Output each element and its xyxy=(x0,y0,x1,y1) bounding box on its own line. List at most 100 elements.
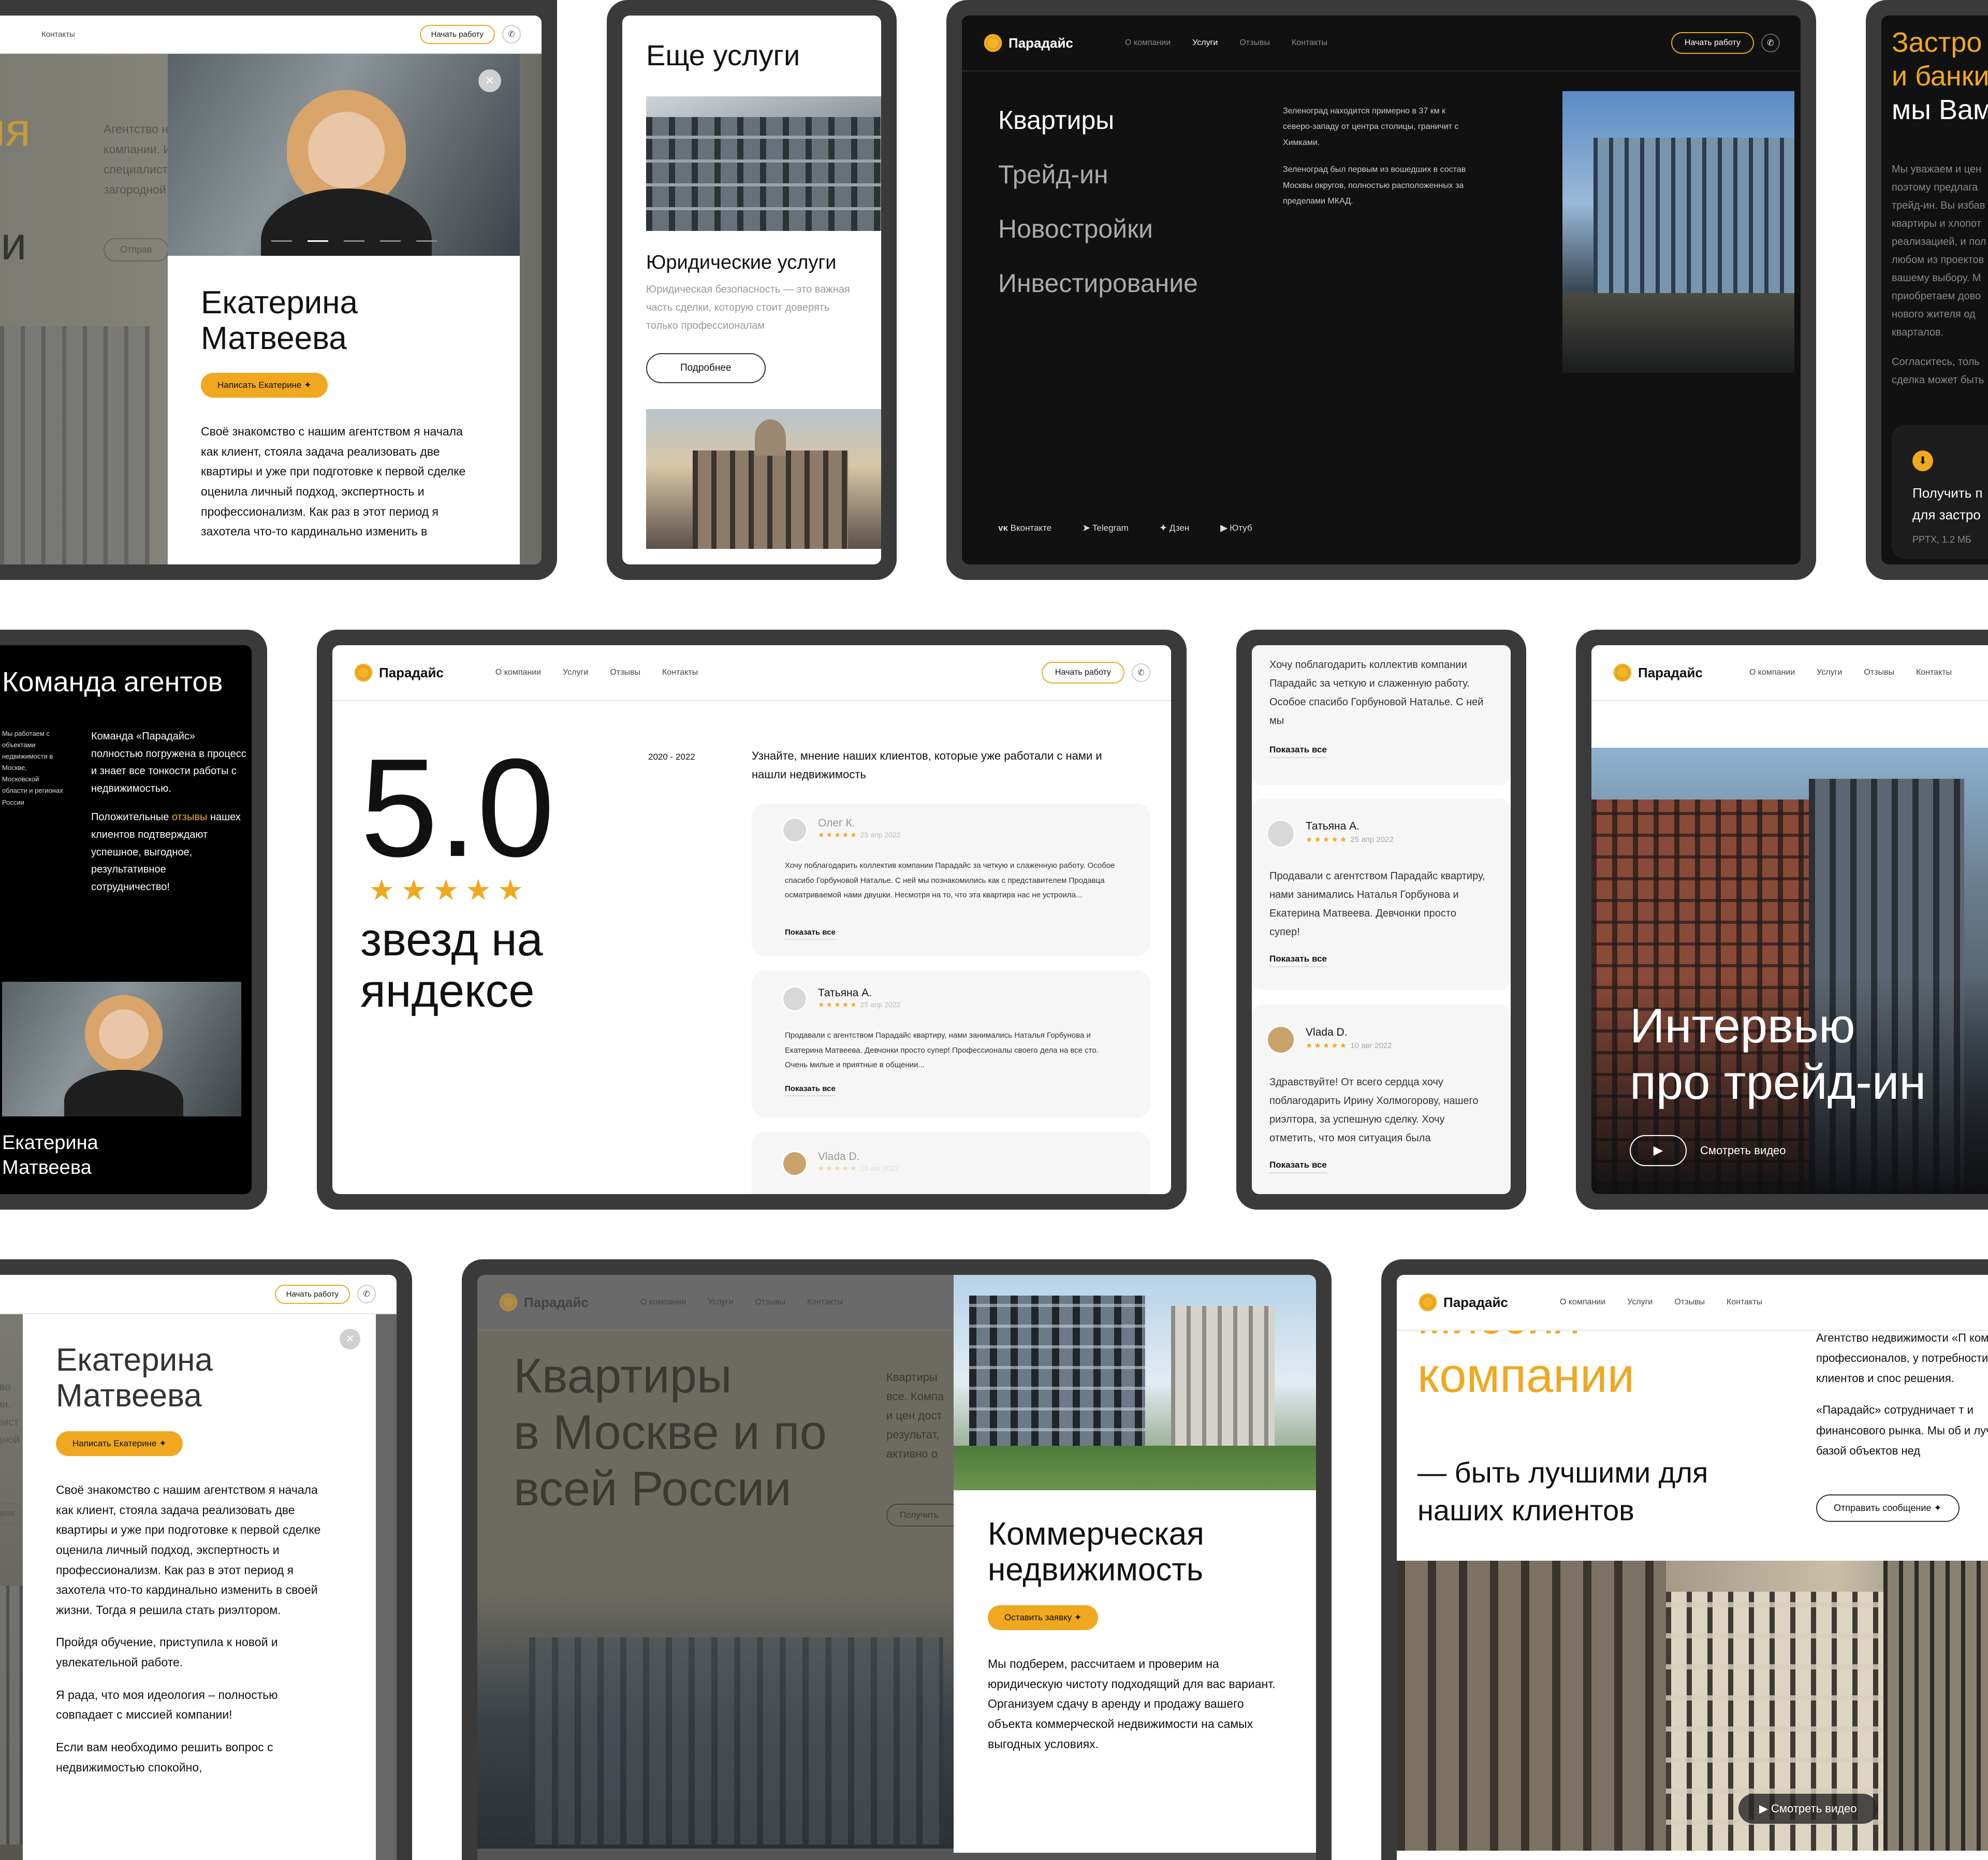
leave-request-button[interactable]: Оставить заявку ✦ xyxy=(988,1605,1099,1630)
device-mission: миссия компании — быть лучшими для наших… xyxy=(1381,1259,1988,1860)
top-nav: О компании Контакты Начать работу ✆ xyxy=(0,16,542,54)
telegram-icon: ➤ xyxy=(1083,523,1090,533)
nav-item-services[interactable]: Услуги xyxy=(1817,668,1842,677)
phone-icon[interactable]: ✆ xyxy=(1132,663,1150,682)
start-button[interactable]: Начать работу xyxy=(1671,32,1754,54)
nav-item-reviews[interactable]: Отзывы xyxy=(1674,1298,1705,1307)
nav-item-contacts[interactable]: Контакты xyxy=(1727,1298,1762,1307)
brand-logo[interactable]: Парадайс xyxy=(353,662,444,683)
review-card: Олег К. ★★★★★ 25 апр 2022 Хочу поблагода… xyxy=(752,804,1150,956)
apartments-heading: Квартиры в Москве и по всей России xyxy=(514,1348,827,1516)
nav-item-contacts[interactable]: Контакты xyxy=(807,1298,843,1307)
nav-item-contacts[interactable]: Контакты xyxy=(41,30,75,39)
device-agent-profile: О компании Контакты Начать работу ✆ ия ти… xyxy=(0,0,557,580)
nav-item-reviews[interactable]: Отзывы xyxy=(1239,38,1270,48)
show-all-link[interactable]: Показать все xyxy=(1269,1160,1327,1173)
nav-item-services[interactable]: Услуги xyxy=(1627,1298,1653,1307)
show-all-link[interactable]: Показать все xyxy=(785,928,836,940)
phone-icon[interactable]: ✆ xyxy=(1761,34,1780,52)
nav-item-services[interactable]: Услуги xyxy=(1192,38,1218,48)
brand-logo[interactable]: Парадайс xyxy=(1612,662,1703,683)
brand-logo-icon xyxy=(353,662,374,683)
avatar xyxy=(782,1151,808,1176)
nav-item-about[interactable]: О компании xyxy=(640,1298,686,1307)
reviews-link[interactable]: отзывы xyxy=(172,811,207,823)
brand-logo[interactable]: Парадайс xyxy=(498,1292,589,1313)
send-message-button[interactable]: Отправить сообщение ✦ xyxy=(1816,1494,1960,1522)
review-card: Татьяна А. ★★★★★ 25 апр 2022 Продавали с… xyxy=(1252,798,1511,990)
nav-item-about[interactable]: О компании xyxy=(1125,38,1171,48)
menu-item-new-buildings[interactable]: Новостройки xyxy=(998,202,1198,256)
social-vk[interactable]: ᴠᴋ Вконтакте xyxy=(998,523,1051,533)
watch-video-button[interactable]: ▶ Смотреть видео xyxy=(1630,1135,1786,1166)
phone-icon[interactable]: ✆ xyxy=(502,25,521,43)
show-all-link[interactable]: Показать все xyxy=(1269,954,1327,967)
team-side-text: Мы работаем с объектами недвижимости в М… xyxy=(2,730,63,806)
review-card: Vlada D. ★★★★★ 10 авг 2022 Здравствуйте!… xyxy=(1252,1005,1511,1194)
close-icon[interactable]: ✕ xyxy=(340,1329,360,1349)
write-agent-button[interactable]: Написать Екатерине ✦ xyxy=(201,373,328,398)
developers-heading: Застро и банки мы Вам xyxy=(1892,27,1988,125)
nav-item-reviews[interactable]: Отзывы xyxy=(610,668,640,677)
brand-logo[interactable]: Парадайс xyxy=(983,33,1073,53)
device-developers: Застро и банки мы Вам Мы уважаем и цен поэт… xyxy=(1866,0,1988,580)
start-button[interactable]: Начать работу xyxy=(1041,662,1124,684)
nav-item-services[interactable]: Услуги xyxy=(708,1298,733,1307)
device-commercial: Парадайс О компании Услуги Отзывы Контак… xyxy=(462,1259,1332,1860)
mission-photo: ▶ Смотреть видео xyxy=(1397,1561,1988,1851)
nav-item-about[interactable]: О компании xyxy=(1560,1298,1605,1307)
social-dzen[interactable]: ✦ Дзен xyxy=(1160,523,1190,533)
partial-send-button[interactable]: Отправ xyxy=(0,1503,23,1524)
social-youtube[interactable]: ▶ Ютуб xyxy=(1220,523,1252,533)
device-services-dark: Парадайс О компании Услуги Отзывы Контак… xyxy=(946,0,1816,580)
more-button[interactable]: Подробнее xyxy=(646,353,766,383)
nav-item-contacts[interactable]: Контакты xyxy=(1292,38,1327,48)
write-agent-button[interactable]: Написать Екатерине ✦ xyxy=(56,1431,183,1456)
phone-icon[interactable]: ✆ xyxy=(357,1285,376,1303)
rating-caption: звезд на яндексе xyxy=(360,914,543,1017)
section-title: Еще услуги xyxy=(646,39,800,71)
agent-bio: Своё знакомство с нашим агентством я нач… xyxy=(56,1483,321,1774)
rating-value: 5.0 xyxy=(360,730,555,886)
brand-logo-icon xyxy=(498,1292,519,1313)
device-team: Команда агентов Мы работаем с объектами … xyxy=(0,630,267,1210)
nav-item-contacts[interactable]: Контакты xyxy=(662,668,698,677)
menu-item-trade-in[interactable]: Трейд-ин xyxy=(998,148,1198,202)
youtube-icon: ▶ xyxy=(1220,523,1227,533)
agent-photo[interactable] xyxy=(2,982,241,1116)
menu-item-investment[interactable]: Инвестирование xyxy=(998,256,1198,311)
nav-item-about[interactable]: О компании xyxy=(495,668,541,677)
nav-item-partial[interactable]: О компании xyxy=(0,30,21,39)
dzen-icon: ✦ xyxy=(1159,523,1167,533)
agent-name: Екатерина Матвеева xyxy=(201,285,358,357)
start-button[interactable]: Начать работу xyxy=(419,24,495,44)
nav-item-about[interactable]: О компании xyxy=(1749,668,1795,677)
watch-video-button[interactable]: ▶ Смотреть видео xyxy=(1738,1794,1878,1824)
show-all-link[interactable]: Показать все xyxy=(785,1084,836,1096)
review-card: Хочу поблагодарить коллектив компании Па… xyxy=(1252,645,1511,785)
interview-photo[interactable] xyxy=(1591,748,1988,1194)
service-description: Юридическая безопасность — это важная ча… xyxy=(646,284,850,331)
brand-logo[interactable]: Парадайс xyxy=(1417,1292,1508,1313)
team-text: Команда «Парадайс» полностью погружена в… xyxy=(91,731,246,893)
partial-send-button[interactable]: Отправ xyxy=(104,238,169,261)
nav-item-reviews[interactable]: Отзывы xyxy=(1864,668,1894,677)
close-icon[interactable]: ✕ xyxy=(478,69,501,92)
play-icon: ▶ xyxy=(1630,1135,1687,1166)
menu-item-apartments[interactable]: Квартиры xyxy=(998,93,1198,148)
social-telegram[interactable]: ➤ Telegram xyxy=(1083,523,1129,533)
top-nav: Начать работу ✆ xyxy=(0,1275,397,1314)
nav-item-reviews[interactable]: Отзывы xyxy=(755,1298,785,1307)
review-stars: ★★★★★ xyxy=(818,831,858,839)
avatar xyxy=(1266,819,1295,848)
partial-text: нтствопании.циалистородной xyxy=(0,1382,20,1446)
nav-item-services[interactable]: Услуги xyxy=(563,668,588,677)
slider-dots[interactable] xyxy=(271,240,437,242)
nav-item-contacts[interactable]: Контакты xyxy=(1916,668,1952,677)
commercial-title: Коммерческая недвижимость xyxy=(988,1516,1204,1588)
partial-get-button[interactable]: Получить xyxy=(886,1504,954,1527)
download-card[interactable]: ⬇ Получить п для застро PPTX, 1.2 МБ xyxy=(1892,425,1988,559)
start-button[interactable]: Начать работу xyxy=(274,1284,350,1304)
show-all-link[interactable]: Показать все xyxy=(1269,745,1327,758)
device-more-services: Еще услуги Юридические услуги Юридическа… xyxy=(607,0,897,580)
